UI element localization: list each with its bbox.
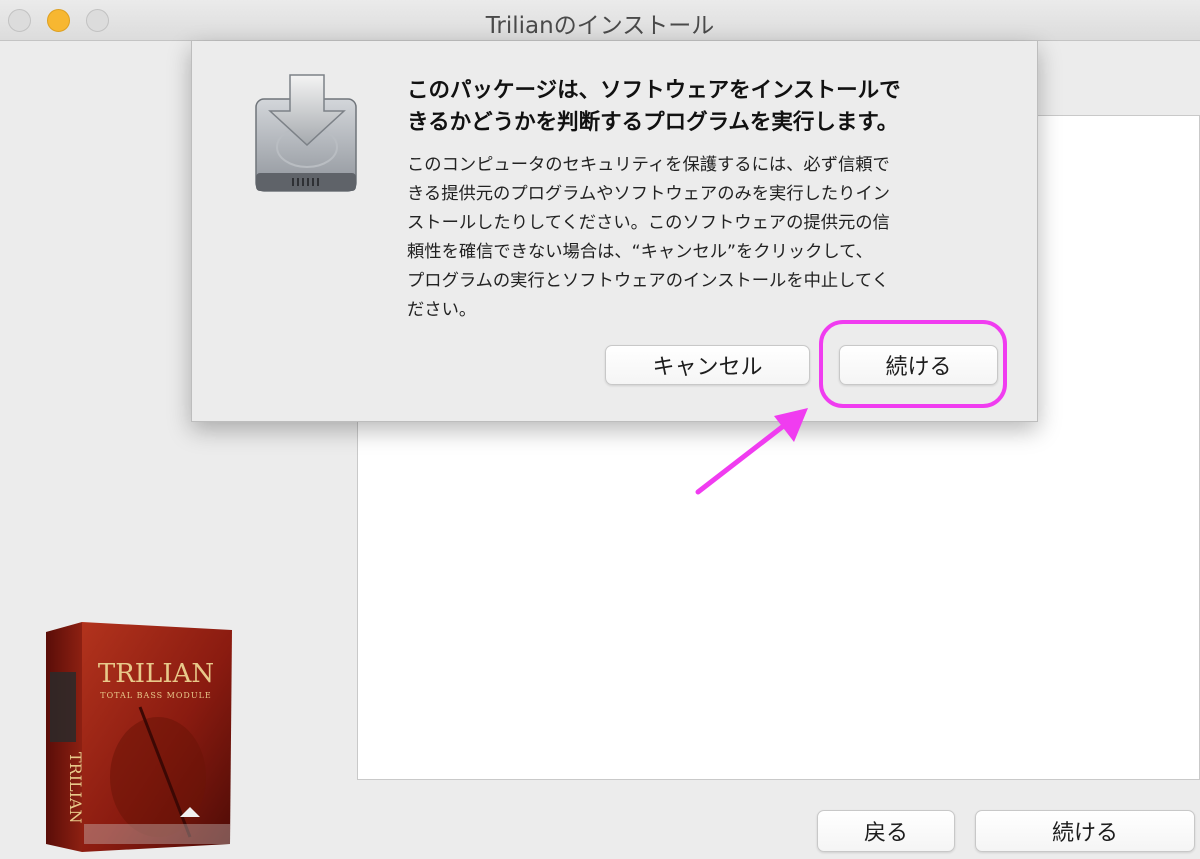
alert-message-line: きる提供元のプログラムやソフトウェアのみを実行したりイン	[407, 184, 891, 204]
annotation-arrow-icon	[695, 408, 808, 495]
installer-package-disk-icon	[255, 74, 357, 192]
alert-message-line: ストールしたりしてください。このソフトウェアの提供元の信	[407, 213, 890, 233]
window-title: Trilianのインストール	[485, 13, 715, 39]
trilian-product-box-image: TRILIAN TOTAL BASS MODULE TRILIAN	[46, 622, 232, 852]
box-title: TRILIAN	[98, 659, 214, 689]
back-button[interactable]: 戻る	[817, 810, 955, 852]
alert-heading: このパッケージは、ソフトウェアをインストールで きるかどうかを判断するプログラム…	[407, 75, 1007, 139]
alert-message-line: このコンピュータのセキュリティを保護するには、必ず信頼で	[407, 155, 890, 175]
box-subtitle: TOTAL BASS MODULE	[100, 691, 212, 700]
alert-heading-line: このパッケージは、ソフトウェアをインストールで	[407, 78, 901, 103]
alert-heading-line: きるかどうかを判断するプログラムを実行します。	[407, 110, 899, 135]
box-spine-title: TRILIAN	[66, 752, 85, 824]
alert-message-line: プログラムの実行とソフトウェアのインストールを中止してく	[407, 271, 889, 291]
alert-message-line: 頼性を確信できない場合は、“キャンセル”をクリックして、	[407, 242, 873, 262]
continue-button[interactable]: 続ける	[975, 810, 1195, 852]
alert-message: このコンピュータのセキュリティを保護するには、必ず信頼で きる提供元のプログラム…	[407, 151, 1007, 325]
title-bar: Trilianのインストール	[0, 0, 1200, 41]
annotation-highlight-box	[819, 320, 1007, 408]
alert-cancel-button[interactable]: キャンセル	[605, 345, 810, 385]
